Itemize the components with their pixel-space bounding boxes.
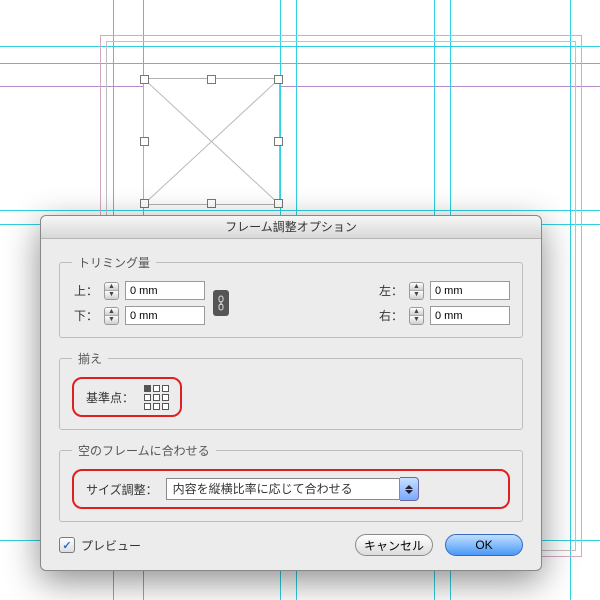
right-label: 右： <box>377 307 403 324</box>
top-stepper[interactable]: ▲▼ <box>104 282 119 300</box>
fitting-group: 空のフレームに合わせる サイズ調整： 内容を縦横比率に応じて合わせる <box>59 442 523 522</box>
fitting-highlight: サイズ調整： 内容を縦横比率に応じて合わせる <box>72 469 510 509</box>
bottom-field[interactable] <box>125 306 205 325</box>
align-highlight: 基準点： <box>72 377 182 417</box>
chevron-up-icon[interactable]: ▲ <box>105 308 118 316</box>
empty-frame-x-icon <box>144 79 279 204</box>
link-values-button[interactable] <box>213 290 229 316</box>
handle-bl[interactable] <box>140 199 149 208</box>
top-label: 上： <box>72 282 98 299</box>
checkmark-icon: ✓ <box>59 537 75 553</box>
left-label: 左： <box>377 282 403 299</box>
handle-ml[interactable] <box>140 137 149 146</box>
select-arrows-icon[interactable] <box>400 477 419 501</box>
chain-icon <box>216 295 226 311</box>
left-field[interactable] <box>430 281 510 300</box>
ok-button[interactable]: OK <box>445 534 523 556</box>
dialog-title[interactable]: フレーム調整オプション <box>41 216 541 239</box>
preview-checkbox[interactable]: ✓ プレビュー <box>59 537 141 554</box>
crop-legend: トリミング量 <box>72 254 156 271</box>
chevron-down-icon[interactable]: ▼ <box>410 316 423 324</box>
chevron-down-icon[interactable]: ▼ <box>410 291 423 299</box>
handle-tc[interactable] <box>207 75 216 84</box>
handle-br[interactable] <box>274 199 283 208</box>
right-stepper[interactable]: ▲▼ <box>409 307 424 325</box>
handle-mr[interactable] <box>274 137 283 146</box>
handle-bc[interactable] <box>207 199 216 208</box>
reference-point-proxy[interactable] <box>144 385 168 409</box>
fitting-legend: 空のフレームに合わせる <box>72 442 216 459</box>
chevron-up-icon[interactable]: ▲ <box>105 283 118 291</box>
alignment-group: 揃え 基準点： <box>59 350 523 430</box>
chevron-down-icon[interactable]: ▼ <box>105 316 118 324</box>
crop-amount-group: トリミング量 上： ▲▼ 下： ▲▼ <box>59 254 523 338</box>
bottom-stepper[interactable]: ▲▼ <box>104 307 119 325</box>
bottom-label: 下： <box>72 307 98 324</box>
fitting-label: サイズ調整： <box>86 481 158 498</box>
frame-fitting-options-dialog: フレーム調整オプション トリミング量 上： ▲▼ 下： <box>40 215 542 571</box>
chevron-down-icon[interactable]: ▼ <box>105 291 118 299</box>
handle-tl[interactable] <box>140 75 149 84</box>
chevron-up-icon[interactable]: ▲ <box>410 283 423 291</box>
chevron-up-icon[interactable]: ▲ <box>410 308 423 316</box>
right-field[interactable] <box>430 306 510 325</box>
cancel-button[interactable]: キャンセル <box>355 534 433 556</box>
handle-tr[interactable] <box>274 75 283 84</box>
image-frame[interactable] <box>143 78 280 205</box>
top-field[interactable] <box>125 281 205 300</box>
preview-label: プレビュー <box>81 537 141 554</box>
fitting-select[interactable]: 内容を縦横比率に応じて合わせる <box>166 477 419 501</box>
left-stepper[interactable]: ▲▼ <box>409 282 424 300</box>
align-legend: 揃え <box>72 350 108 367</box>
fitting-value: 内容を縦横比率に応じて合わせる <box>166 478 400 500</box>
reference-point-label: 基準点： <box>86 389 134 406</box>
